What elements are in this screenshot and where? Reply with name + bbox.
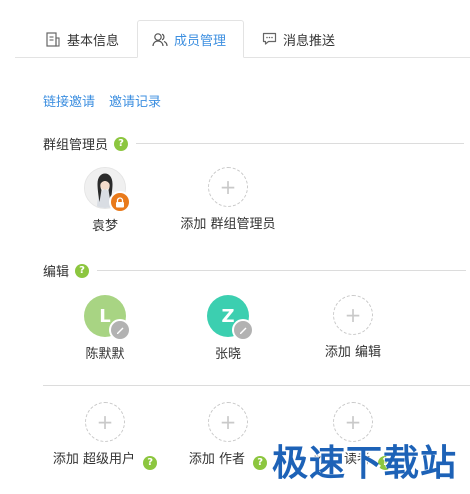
tab-label: 基本信息 [67,33,120,49]
tab-bar: 基本信息 成员管理 消息推送 [15,0,470,58]
admins-section-title: 群组管理员 [43,138,109,153]
link-invite[interactable]: 链接邀请 [43,91,95,110]
member-editor[interactable]: L 陈默默 [35,295,175,362]
help-icon[interactable]: ? [143,456,158,470]
tab-label: 成员管理 [174,33,227,49]
tab-label: 消息推送 [283,33,336,49]
member-name: 张晓 [214,347,241,362]
lock-icon [109,191,131,213]
tab-message-push[interactable]: 消息推送 [261,20,361,58]
chat-icon [261,31,277,47]
watermark: 极速下载站 [272,443,458,484]
document-icon [45,31,61,47]
member-editor[interactable]: Z 张晓 [158,295,298,362]
member-admin[interactable]: 袁梦 [35,167,175,234]
invite-links: 链接邀请 邀请记录 [43,91,161,110]
help-icon[interactable]: ? [114,136,129,151]
avatar: Z [207,295,254,341]
admins-section-header: 群组管理员 ? [43,134,465,153]
add-admin-button[interactable]: + 添加 群组管理员 [158,167,298,232]
users-icon [152,31,168,47]
member-name: 袁梦 [91,219,118,234]
help-icon[interactable]: ? [75,263,90,278]
pencil-icon [232,319,254,341]
add-author-text: 添加 作者 [188,452,245,467]
plus-icon[interactable]: + [333,295,373,335]
plus-icon[interactable]: + [208,167,248,207]
pencil-icon [109,319,131,341]
invite-record-link[interactable]: 邀请记录 [109,91,161,110]
add-superuser-text: 添加 超级用户 [52,452,135,467]
section-divider [97,270,467,271]
add-admin-label: 添加 群组管理员 [180,217,276,232]
avatar [84,167,131,213]
add-editor-button[interactable]: + 添加 编辑 [283,295,423,360]
section-divider [136,143,465,144]
add-superuser-button[interactable]: + 添加 超级用户 ? [35,402,175,470]
avatar: L [84,295,131,341]
editors-section-title: 编辑 [43,265,70,280]
plus-icon[interactable]: + [208,402,248,442]
tab-basic-info[interactable]: 基本信息 [45,20,135,58]
add-editor-label: 添加 编辑 [324,345,382,360]
section-divider [43,385,470,386]
tab-member-management[interactable]: 成员管理 [137,20,244,58]
plus-icon[interactable]: + [85,402,125,442]
add-superuser-label: 添加 超级用户 ? [35,448,175,470]
editors-section-header: 编辑 ? [43,261,467,280]
member-name: 陈默默 [85,347,125,362]
help-icon[interactable]: ? [253,456,268,470]
